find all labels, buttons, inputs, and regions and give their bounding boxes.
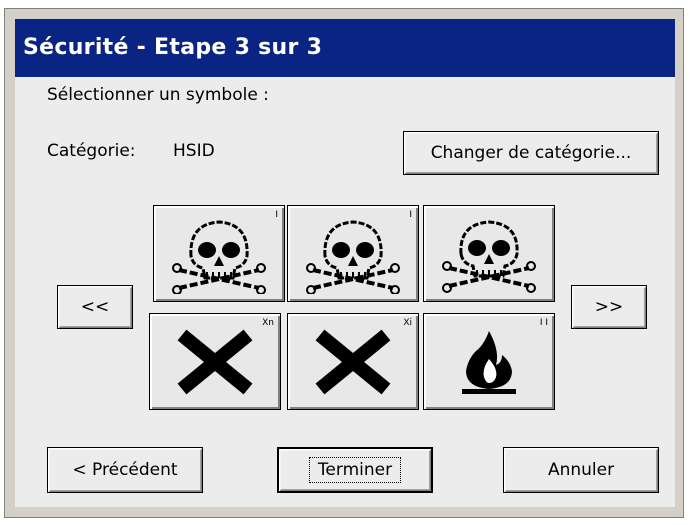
- flame-icon: [462, 330, 516, 394]
- skull-crossbones-icon: [306, 219, 400, 294]
- symbol-button-4[interactable]: Xn: [149, 313, 281, 410]
- change-category-button[interactable]: Changer de catégorie...: [403, 131, 659, 175]
- skull-crossbones-icon: [172, 219, 266, 294]
- window-title: Sécurité - Etape 3 sur 3: [15, 19, 675, 77]
- skull-crossbones-icon: [442, 219, 536, 293]
- symbol-corner-mark: I I: [539, 318, 548, 328]
- finish-button[interactable]: Terminer: [277, 447, 433, 493]
- irritant-x-icon: [315, 329, 391, 394]
- symbol-corner-mark: Xn: [262, 318, 274, 328]
- symbol-button-2[interactable]: I: [287, 205, 419, 302]
- symbol-button-1[interactable]: I: [153, 205, 285, 302]
- symbol-button-6[interactable]: I I: [423, 313, 555, 410]
- harmful-x-icon: [177, 329, 253, 394]
- category-value: HSID: [173, 141, 215, 161]
- select-symbol-prompt: Sélectionner un symbole :: [47, 85, 269, 105]
- dialog-body: Sélectionner un symbole : Catégorie: HSI…: [15, 77, 675, 507]
- cancel-button[interactable]: Annuler: [503, 447, 659, 493]
- symbol-corner-mark: Xi: [403, 318, 412, 328]
- previous-symbols-button[interactable]: <<: [57, 285, 133, 329]
- wizard-window: Sécurité - Etape 3 sur 3 Sélectionner un…: [4, 8, 684, 518]
- previous-step-button[interactable]: < Précédent: [47, 447, 203, 493]
- symbol-corner-mark: I: [275, 210, 278, 220]
- symbol-button-5[interactable]: Xi: [287, 313, 419, 410]
- symbol-corner-mark: I: [409, 210, 412, 220]
- category-label: Catégorie:: [47, 141, 136, 161]
- symbol-button-3[interactable]: [423, 205, 555, 302]
- finish-button-label: Terminer: [308, 457, 402, 483]
- next-symbols-button[interactable]: >>: [571, 285, 647, 329]
